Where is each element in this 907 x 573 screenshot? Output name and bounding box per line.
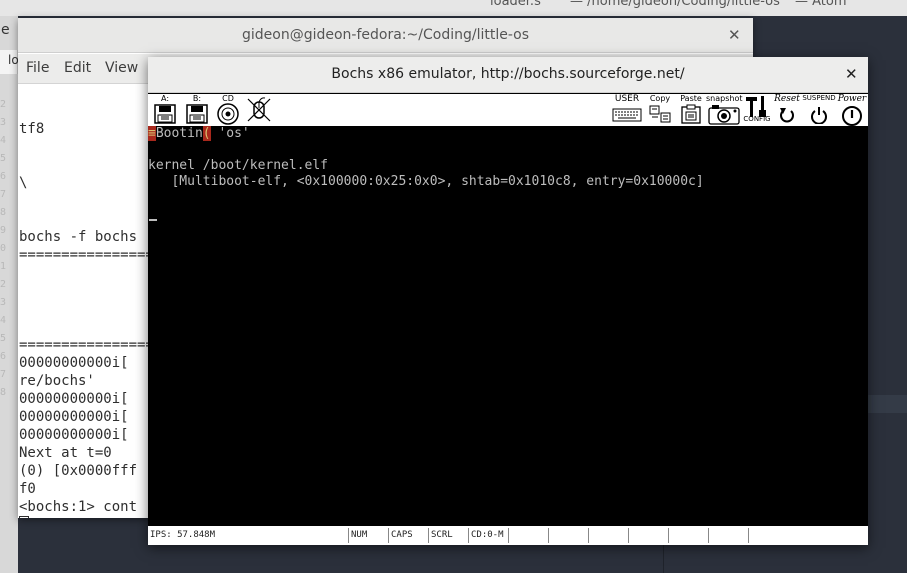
atom-editor-pane[interactable] bbox=[868, 74, 907, 573]
config-tool-icon bbox=[746, 96, 766, 117]
power-label: Power bbox=[837, 94, 867, 104]
boot-cursor-char: ( bbox=[202, 126, 211, 141]
terminal-line: 00000000000i[ bbox=[19, 355, 129, 371]
status-slot bbox=[668, 528, 708, 543]
caps-lock-indicator: CAPS bbox=[388, 528, 428, 543]
bochs-titlebar[interactable]: Bochs x86 emulator, http://bochs.sourcef… bbox=[148, 57, 868, 93]
scroll-lock-indicator: SCRL bbox=[428, 528, 468, 543]
reset-button[interactable]: Reset bbox=[772, 94, 802, 125]
terminal-line: Next at t=0 bbox=[19, 445, 112, 461]
suspend-icon bbox=[811, 107, 827, 124]
floppy-a-label: A: bbox=[160, 94, 170, 103]
boot-line: ≡Bootin( 'os' bbox=[148, 126, 250, 142]
terminal-line: f0 bbox=[19, 481, 36, 497]
terminal-cursor bbox=[19, 516, 29, 518]
menu-view[interactable]: View bbox=[105, 60, 138, 76]
terminal-title: gideon@gideon-fedora:~/Coding/little-os bbox=[242, 27, 529, 43]
terminal-titlebar[interactable]: gideon@gideon-fedora:~/Coding/little-os … bbox=[18, 18, 753, 53]
atom-title-file: loader.s bbox=[490, 0, 541, 9]
status-slot bbox=[548, 528, 588, 543]
bochs-title: Bochs x86 emulator, http://bochs.sourcef… bbox=[331, 66, 685, 82]
terminal-line: 00000000000i[ bbox=[19, 427, 129, 443]
kernel-line: kernel /boot/kernel.elf bbox=[148, 158, 329, 173]
bochs-toolbar: A: B: CD USER Copy Paste snapshot CONFIG… bbox=[148, 94, 868, 126]
user-button[interactable]: USER bbox=[611, 94, 643, 125]
atom-title-app: — Atom bbox=[795, 0, 847, 9]
atom-window-titlebar: loader.s — /home/gideon/Coding/little-os… bbox=[0, 0, 907, 16]
snapshot-button[interactable]: snapshot bbox=[706, 94, 743, 125]
menu-edit[interactable]: Edit bbox=[64, 60, 91, 76]
terminal-close-icon[interactable]: ✕ bbox=[728, 26, 741, 44]
reset-label: Reset bbox=[774, 94, 800, 104]
floppy-icon bbox=[186, 104, 208, 124]
atom-left-char: e bbox=[1, 22, 10, 38]
copy-label: Copy bbox=[649, 94, 671, 103]
user-label: USER bbox=[614, 94, 640, 104]
bochs-close-icon[interactable]: ✕ bbox=[845, 65, 858, 83]
config-button[interactable]: CONFIG bbox=[742, 95, 772, 125]
screen-text-cursor bbox=[149, 219, 157, 221]
reset-icon bbox=[780, 108, 794, 123]
floppy-a-button[interactable]: A: bbox=[150, 94, 180, 125]
atom-pane-divider bbox=[663, 543, 664, 573]
suspend-label: SUSPEND bbox=[802, 94, 836, 102]
cdrom-icon bbox=[217, 103, 239, 125]
power-button[interactable]: Power bbox=[836, 94, 868, 126]
terminal-line: ================= bbox=[19, 337, 163, 353]
copy-button[interactable]: Copy bbox=[645, 94, 675, 125]
ips-status: IPS: 57.848M bbox=[150, 530, 216, 540]
terminal-line: (0) [0x0000fff bbox=[19, 463, 138, 479]
camera-icon bbox=[708, 105, 740, 125]
terminal-prompt-line: <bochs:1> cont bbox=[19, 499, 138, 515]
menu-file[interactable]: File bbox=[26, 60, 49, 76]
terminal-line: 00000000000i[ bbox=[19, 409, 129, 425]
boot-target: 'os' bbox=[210, 126, 250, 141]
terminal-line: bochs -f bochs bbox=[19, 229, 138, 245]
cdrom-button[interactable]: CD bbox=[214, 94, 242, 125]
emulator-screen[interactable]: ≡Bootin( 'os' kernel /boot/kernel.elf [M… bbox=[148, 126, 868, 526]
status-slot bbox=[508, 528, 548, 543]
status-slot bbox=[708, 528, 748, 543]
num-lock-indicator: NUM bbox=[348, 528, 388, 543]
atom-title-path: — /home/gideon/Coding/little-os bbox=[570, 0, 780, 9]
cdrom-indicator: CD:0-M bbox=[468, 528, 508, 543]
floppy-b-button[interactable]: B: bbox=[182, 94, 212, 125]
suspend-button[interactable]: SUSPEND bbox=[802, 94, 836, 125]
paste-label: Paste bbox=[680, 94, 702, 103]
paste-button[interactable]: Paste bbox=[677, 94, 705, 125]
boot-marker: ≡ bbox=[148, 126, 156, 141]
multiboot-line: [Multiboot-elf, <0x100000:0x25:0x0>, sht… bbox=[148, 174, 704, 189]
snapshot-label: snapshot bbox=[706, 94, 743, 103]
atom-tab[interactable]: lo bbox=[0, 50, 19, 74]
atom-cursor-line-highlight bbox=[868, 395, 907, 413]
terminal-line: 00000000000i[ bbox=[19, 391, 129, 407]
atom-line-gutter: 2 3 4 5 6 7 8 9 0 1 2 3 4 5 6 7 8 bbox=[0, 99, 7, 398]
terminal-line: ================= bbox=[19, 247, 163, 263]
keyboard-icon bbox=[612, 108, 642, 122]
mouse-button[interactable] bbox=[244, 95, 274, 125]
copy-icon bbox=[649, 105, 671, 123]
floppy-b-label: B: bbox=[192, 94, 202, 103]
status-slot bbox=[628, 528, 668, 543]
terminal-line: \ bbox=[19, 175, 28, 191]
config-label: CONFIG bbox=[743, 115, 771, 123]
cdrom-label: CD bbox=[222, 94, 234, 103]
terminal-line: tf8 bbox=[19, 121, 45, 137]
bochs-window: Bochs x86 emulator, http://bochs.sourcef… bbox=[148, 57, 868, 545]
status-slot bbox=[748, 528, 868, 543]
paste-icon bbox=[681, 104, 701, 124]
terminal-line: re/bochs' bbox=[19, 373, 95, 389]
power-icon bbox=[842, 106, 862, 126]
status-slot bbox=[588, 528, 628, 543]
mouse-icon bbox=[247, 97, 271, 122]
floppy-icon bbox=[154, 104, 176, 124]
boot-text: Bootin bbox=[155, 126, 203, 141]
bochs-statusbar: IPS: 57.848M NUM CAPS SCRL CD:0-M bbox=[148, 526, 868, 545]
